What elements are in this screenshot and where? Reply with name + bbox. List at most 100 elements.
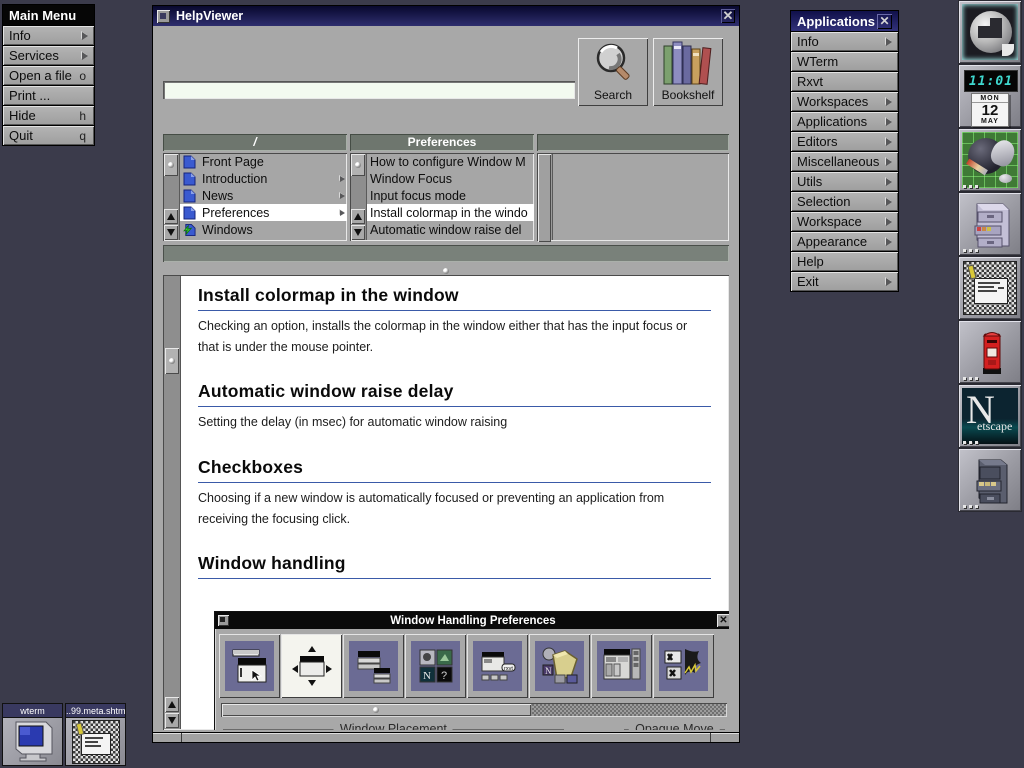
document-icon — [183, 189, 196, 203]
dock-tile-clock[interactable]: 11:01 MON 12 MAY — [958, 64, 1022, 128]
submenu-arrow-icon — [82, 52, 88, 60]
browser-item-front-page[interactable]: Front Page — [180, 153, 347, 170]
panel-window-icon — [597, 641, 646, 691]
apps-menu-item-applications[interactable]: Applications — [791, 112, 898, 131]
apps-menu-item-workspaces[interactable]: Workspaces — [791, 92, 898, 111]
main-menu-item-open-a-file[interactable]: Open a file o — [3, 66, 94, 85]
apps-menu-item-miscellaneous[interactable]: Miscellaneous — [791, 152, 898, 171]
search-input[interactable] — [163, 81, 575, 99]
digital-clock: 11:01 — [964, 70, 1018, 92]
apps-menu-item-utils[interactable]: Utils — [791, 172, 898, 191]
section-body: Setting the delay (in msec) for automati… — [198, 412, 711, 433]
tab-window-focus — [219, 634, 280, 698]
submenu-arrow-icon — [886, 138, 892, 146]
apps-menu-item-rxvt[interactable]: Rxvt — [791, 72, 898, 91]
section-body: Checking an option, installs the colorma… — [198, 316, 711, 357]
window-balloon-icon: rxvt — [473, 641, 522, 691]
tab-app-specific: rxvt — [467, 634, 528, 698]
browser-item-window-focus[interactable]: Window Focus — [367, 170, 534, 187]
miniwindow-wterm[interactable]: wterm — [2, 703, 63, 766]
apps-menu-item-workspace[interactable]: Workspace — [791, 212, 898, 231]
column-scrollbar[interactable] — [351, 154, 367, 240]
apps-menu-item-wterm[interactable]: WTerm — [791, 52, 898, 71]
scroll-up-button[interactable] — [351, 209, 365, 224]
icon-grid-icon: N ? — [411, 641, 460, 691]
submenu-arrow-icon — [886, 178, 892, 186]
scrollbar-knob[interactable] — [538, 154, 551, 242]
folder-icon: N — [535, 641, 584, 691]
main-menu-item-info[interactable]: Info — [3, 26, 94, 45]
main-menu-title[interactable]: Main Menu — [3, 5, 94, 25]
dock-tile-file-cabinet[interactable] — [958, 192, 1022, 256]
group-label: Window Placement — [334, 722, 453, 730]
miniwindow-meta-shtml[interactable]: ...99.meta.shtml — [65, 703, 126, 766]
close-icon[interactable]: ✕ — [721, 9, 735, 23]
search-button[interactable]: Search — [578, 38, 648, 106]
embedded-dialog-screenshot: Window Handling Preferences ✕ — [214, 611, 729, 730]
file-cabinet-icon — [963, 196, 1019, 252]
document-icon — [183, 155, 196, 169]
dock-tile-config-tool[interactable] — [958, 128, 1022, 192]
scrollbar-knob[interactable] — [165, 348, 179, 374]
scrollbar-track — [532, 704, 726, 716]
browser-item-windows[interactable]: Windows — [180, 221, 347, 238]
calendar-date: 12 — [972, 103, 1008, 118]
main-menu-item-hide[interactable]: Hide h — [3, 106, 94, 125]
column-scrollbar[interactable] — [164, 154, 180, 240]
column-header: Preferences — [350, 134, 534, 151]
shortcut-key: o — [79, 69, 86, 83]
column-scrollbar[interactable] — [538, 154, 553, 240]
document-icon — [183, 206, 196, 220]
section-heading: Checkboxes — [198, 457, 711, 483]
scroll-down-button[interactable] — [164, 225, 178, 240]
submenu-arrow-icon — [82, 32, 88, 40]
close-icon[interactable]: ✕ — [877, 14, 892, 29]
apps-menu-item-help[interactable]: Help — [791, 252, 898, 271]
dock-tile-file-manager[interactable] — [958, 448, 1022, 512]
scroll-up-button[interactable] — [164, 209, 178, 224]
svg-text:N: N — [545, 666, 552, 676]
apps-menu-item-info[interactable]: Info — [791, 32, 898, 51]
helpviewer-titlebar[interactable]: HelpViewer ✕ — [153, 6, 739, 26]
apps-menu-item-selection[interactable]: Selection — [791, 192, 898, 211]
status-bar — [163, 245, 729, 262]
scrollbar-knob[interactable] — [164, 154, 178, 176]
apps-menu-item-exit[interactable]: Exit — [791, 272, 898, 291]
postbox-icon — [963, 324, 1019, 380]
browser-item-preferences-selected[interactable]: Preferences — [180, 204, 347, 221]
bookshelf-button[interactable]: Bookshelf — [653, 38, 723, 106]
scroll-down-button[interactable] — [165, 713, 179, 728]
browser-column-preferences: Preferences How to configure Window M Wi… — [350, 134, 534, 241]
browser-item-news[interactable]: News — [180, 187, 347, 204]
browser-item-input-focus-mode[interactable]: Input focus mode — [367, 187, 534, 204]
document-icon — [183, 172, 196, 186]
dock-tile-mailbox[interactable] — [958, 320, 1022, 384]
miniaturize-button[interactable] — [157, 10, 170, 23]
apps-menu-item-appearance[interactable]: Appearance — [791, 232, 898, 251]
browser-item-install-colormap-selected[interactable]: Install colormap in the windo — [367, 204, 534, 221]
window-resizebar[interactable] — [153, 732, 739, 742]
desktop: { "colors": { "desktop": "#3b3b4b", "tit… — [0, 0, 1024, 768]
browser-item-introduction[interactable]: Introduction — [180, 170, 347, 187]
dock-tile-window-maker[interactable] — [958, 0, 1022, 64]
browser-item-how-to-configure[interactable]: How to configure Window M — [367, 153, 534, 170]
scrollbar-knob[interactable] — [351, 154, 365, 176]
main-menu-item-print[interactable]: Print ... — [3, 86, 94, 105]
splitter-handle[interactable] — [163, 266, 729, 275]
help-article: Install colormap in the window Checking … — [180, 275, 729, 730]
window-placement-group: Window Placement Automatic — [223, 729, 564, 730]
browser-item-automatic-raise[interactable]: Automatic window raise del — [367, 221, 534, 238]
group-label: Opaque Move — [629, 722, 720, 730]
content-scrollbar[interactable] — [164, 276, 181, 729]
netscape-icon: N etscape — [962, 388, 1018, 444]
applications-menu-title[interactable]: Applications ✕ — [791, 11, 898, 31]
scroll-up-button[interactable] — [165, 697, 179, 712]
scroll-down-button[interactable] — [351, 225, 365, 240]
main-menu-item-quit[interactable]: Quit q — [3, 126, 94, 145]
tab-window-handling-selected — [281, 634, 342, 698]
main-menu-item-services[interactable]: Services — [3, 46, 94, 65]
stacked-bars-icon — [349, 641, 398, 691]
dock-tile-text-editor[interactable] — [958, 256, 1022, 320]
apps-menu-item-editors[interactable]: Editors — [791, 132, 898, 151]
dock-tile-netscape[interactable]: N etscape — [958, 384, 1022, 448]
